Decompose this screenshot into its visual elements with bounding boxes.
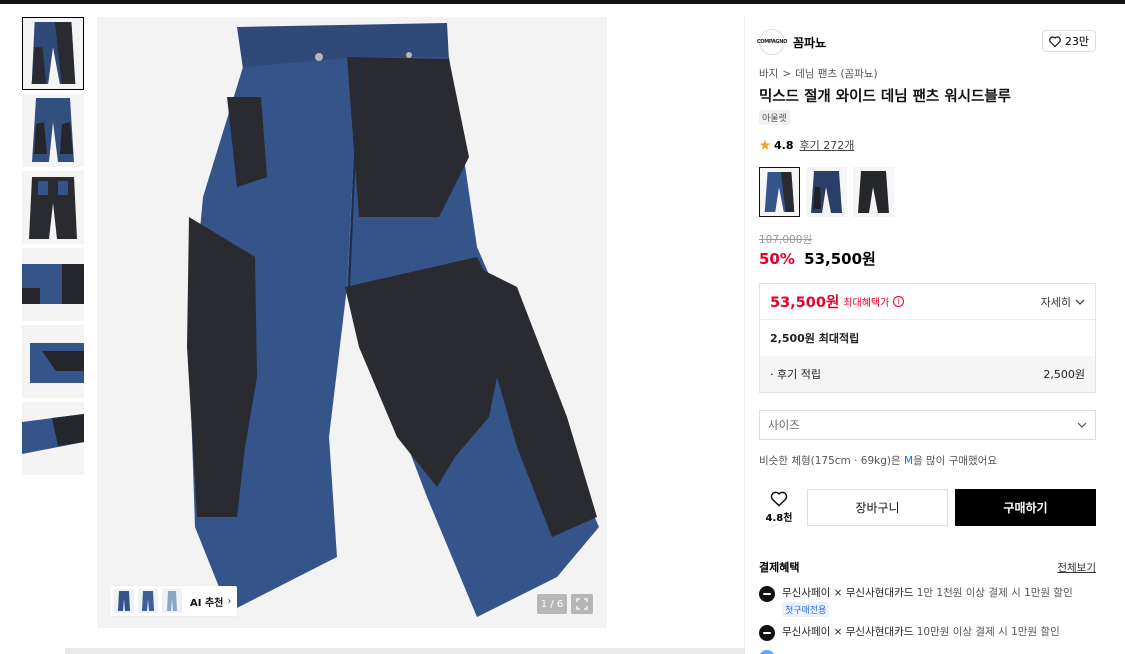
ai-recommend-button[interactable]: AI 추천 ›	[110, 586, 238, 616]
payment-benefits-title: 결제혜택	[759, 561, 800, 574]
max-benefit-label: 최대혜택가	[843, 298, 890, 309]
similar-hint-size: M	[904, 455, 914, 467]
toss-pay-icon	[759, 650, 775, 654]
image-counter: 1 / 6	[537, 594, 567, 614]
product-info-panel: COMPAGNO 꼼파뇨 23만 바지 > 데님 팬츠 (꼼파뇨) 믹스드 절개…	[744, 17, 1108, 654]
payment-benefits-header: 결제혜택 전체보기	[759, 559, 1096, 575]
jeans-illustration	[187, 23, 599, 617]
sale-price: 53,500원	[804, 250, 876, 268]
wishlist-button[interactable]: 4.8천	[759, 491, 799, 524]
size-select[interactable]: 사이즈	[759, 410, 1096, 440]
thumbnail-1[interactable]	[22, 17, 84, 90]
max-benefit-header: 53,500원 최대혜택가 i 자세히	[760, 284, 1095, 320]
main-product-image[interactable]: AI 추천 › 1 / 6	[97, 17, 607, 628]
thumbnail-5[interactable]	[22, 325, 84, 398]
payment-benefit-main: 무신사페이 × 무신사현대카드	[782, 626, 914, 638]
outlet-tag: 아울렛	[759, 110, 790, 125]
top-bar	[0, 0, 1125, 4]
thumbnail-2[interactable]	[22, 94, 84, 167]
heart-icon	[770, 491, 788, 507]
payment-benefit-detail: 1만 1천원 이상 결제 시 1만원 할인	[916, 587, 1073, 599]
star-icon	[759, 139, 771, 150]
payment-benefit-main: 무신사페이 × 무신사현대카드	[782, 587, 914, 599]
brand-logo[interactable]: COMPAGNO	[757, 29, 787, 55]
expand-icon[interactable]	[571, 594, 593, 614]
similar-hint-prefix: 비슷한 체형(175cm · 69kg)은	[759, 455, 904, 467]
thumbnail-3[interactable]	[22, 171, 84, 244]
breadcrumb-subcategory[interactable]: 데님 팬츠 (꼼파뇨)	[795, 66, 878, 81]
ai-thumb-3	[162, 589, 182, 613]
payment-benefit-item-partial	[759, 649, 1096, 654]
ai-thumb-2	[138, 589, 158, 613]
thumbnail-list	[22, 17, 84, 479]
chevron-down-icon	[1077, 422, 1087, 428]
info-icon[interactable]: i	[893, 296, 905, 307]
buy-now-button[interactable]: 구매하기	[955, 488, 1096, 526]
color-options	[759, 167, 894, 217]
brand-row: COMPAGNO 꼼파뇨 23만	[757, 27, 1096, 57]
brand-like-count: 23만	[1064, 35, 1089, 48]
first-purchase-badge: 첫구매전용	[782, 602, 830, 617]
thumbnail-6[interactable]	[22, 402, 84, 475]
product-title: 믹스드 절개 와이드 데님 팬츠 워시드블루	[759, 89, 1012, 105]
musinsa-pay-icon	[759, 625, 775, 641]
chevron-down-icon	[1075, 299, 1085, 305]
max-benefit-box: 53,500원 최대혜택가 i 자세히 2,500원 최대적립 · 후기 적립 …	[759, 283, 1096, 393]
scroll-strip	[65, 648, 745, 654]
rating-score: 4.8	[774, 138, 794, 152]
benefit-detail-button[interactable]: 자세히	[1041, 294, 1085, 310]
size-select-placeholder: 사이즈	[768, 418, 800, 432]
review-points-label: · 후기 적립	[770, 368, 821, 381]
brand-name[interactable]: 꼼파뇨	[793, 34, 826, 51]
color-option-washed-blue[interactable]	[759, 167, 800, 217]
purchase-actions: 4.8천 장바구니 구매하기	[759, 488, 1096, 526]
max-benefit-price: 53,500원	[770, 295, 840, 311]
payment-view-all-link[interactable]: 전체보기	[1057, 560, 1096, 575]
payment-benefit-item: 무신사페이 × 무신사현대카드 10만원 이상 결제 시 1만원 할인	[759, 624, 1096, 641]
color-option-blue[interactable]	[806, 167, 847, 217]
heart-icon	[1049, 35, 1061, 47]
similar-hint-suffix: 을 많이 구매했어요	[913, 455, 998, 467]
thumbnail-4[interactable]	[22, 248, 84, 321]
breadcrumb: 바지 > 데님 팬츠 (꼼파뇨)	[759, 66, 878, 81]
add-to-cart-button[interactable]: 장바구니	[807, 488, 948, 526]
breadcrumb-separator: >	[782, 67, 792, 80]
review-link[interactable]: 후기 272개	[800, 137, 855, 153]
max-points: 2,500원 최대적립	[770, 332, 860, 345]
ai-thumb-1	[114, 589, 134, 613]
rating-row: 4.8 후기 272개	[759, 137, 854, 153]
payment-benefit-item: 무신사페이 × 무신사현대카드 1만 1천원 이상 결제 시 1만원 할인 첫구…	[759, 585, 1096, 617]
similar-body-hint: 비슷한 체형(175cm · 69kg)은 M을 많이 구매했어요	[759, 453, 997, 468]
sale-price-row: 50% 53,500원	[759, 248, 876, 269]
ai-recommend-label: AI 추천	[190, 597, 224, 609]
musinsa-pay-icon	[759, 586, 775, 602]
payment-benefit-detail: 10만원 이상 결제 시 1만원 할인	[916, 626, 1060, 638]
breadcrumb-category[interactable]: 바지	[759, 66, 778, 81]
review-points-amount: 2,500원	[1043, 368, 1085, 381]
benefit-detail-label: 자세히	[1040, 295, 1071, 309]
original-price: 107,000원	[759, 234, 813, 246]
review-points-row: · 후기 적립 2,500원	[760, 356, 1095, 392]
wishlist-count: 4.8천	[765, 512, 793, 524]
brand-like-button[interactable]: 23만	[1041, 30, 1096, 52]
color-option-black[interactable]	[853, 167, 894, 217]
chevron-right-icon: ›	[227, 595, 232, 607]
discount-rate: 50%	[759, 250, 795, 268]
